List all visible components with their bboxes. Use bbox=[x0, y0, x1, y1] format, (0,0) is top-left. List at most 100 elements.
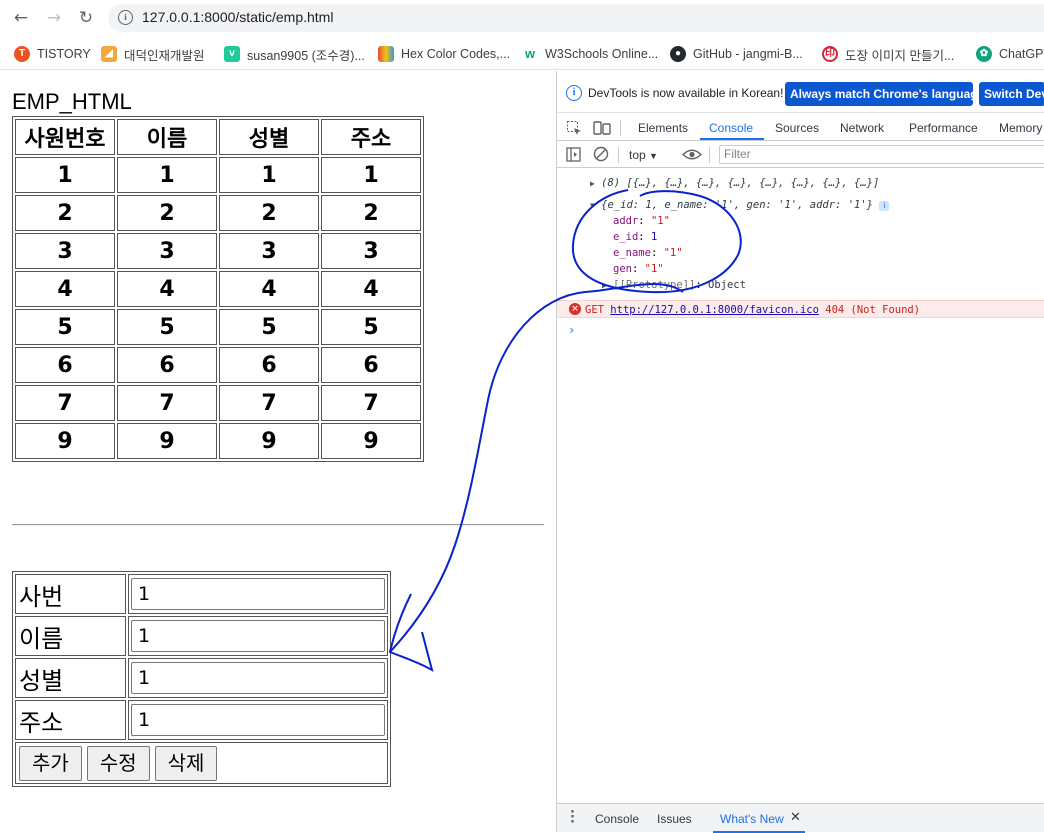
table-cell: 1 bbox=[117, 157, 217, 193]
table-cell: 5 bbox=[15, 309, 115, 345]
emp-id-label: 사번 bbox=[15, 574, 126, 614]
toolbar-separator bbox=[620, 120, 621, 136]
bookmark-chatgpt[interactable]: ✿ ChatGPT bbox=[976, 45, 1044, 63]
devtools-drawer: · · · Console Issues What's New ✕ bbox=[557, 803, 1044, 833]
header-address: 주소 bbox=[321, 119, 421, 155]
table-cell: 5 bbox=[219, 309, 319, 345]
bookmark-github[interactable]: ● GitHub - jangmi-B... bbox=[670, 45, 803, 63]
table-row[interactable]: 2 2 2 2 bbox=[15, 195, 421, 231]
sidebar-toggle-icon[interactable] bbox=[566, 147, 581, 162]
tab-network[interactable]: Network bbox=[840, 121, 884, 135]
update-button[interactable]: 수정 bbox=[86, 745, 150, 781]
bookmark-w3schools[interactable]: w W3Schools Online... bbox=[522, 45, 658, 63]
bookmark-velog[interactable]: v susan9905 (조수경)... bbox=[224, 45, 365, 63]
tab-sources[interactable]: Sources bbox=[775, 121, 819, 135]
table-cell: 7 bbox=[321, 385, 421, 421]
expand-arrow-icon[interactable]: ▶ bbox=[590, 179, 595, 188]
form-row-gender: 성별 bbox=[15, 658, 388, 698]
table-cell: 3 bbox=[117, 233, 217, 269]
table-cell: 7 bbox=[15, 385, 115, 421]
info-badge-icon[interactable]: i bbox=[879, 201, 890, 211]
info-icon: i bbox=[566, 85, 582, 101]
table-row[interactable]: 9 9 9 9 bbox=[15, 423, 421, 459]
site-info-icon[interactable]: i bbox=[118, 10, 133, 25]
prop-prototype[interactable]: ▶ [[Prototype]]: Object bbox=[602, 279, 746, 291]
console-prompt-icon[interactable]: › bbox=[568, 323, 575, 337]
infobar-message: DevTools is now available in Korean! bbox=[588, 86, 784, 100]
bookmarks-bar: T TISTORY ◢ 대덕인재개발원 v susan9905 (조수경)...… bbox=[0, 36, 1044, 70]
drawer-tab-console[interactable]: Console bbox=[595, 812, 639, 826]
table-cell: 2 bbox=[117, 195, 217, 231]
close-tab-icon[interactable]: ✕ bbox=[790, 810, 801, 825]
error-message: GET http://127.0.0.1:8000/favicon.ico 40… bbox=[585, 304, 920, 316]
prop-key: e_id bbox=[613, 231, 639, 243]
tab-performance[interactable]: Performance bbox=[909, 121, 978, 135]
address-input[interactable] bbox=[131, 704, 385, 736]
table-cell: 9 bbox=[117, 423, 217, 459]
address-bar[interactable]: i 127.0.0.1:8000/static/emp.html bbox=[108, 4, 1044, 32]
table-row[interactable]: 4 4 4 4 bbox=[15, 271, 421, 307]
name-cell bbox=[128, 616, 388, 656]
drawer-tab-issues[interactable]: Issues bbox=[657, 812, 692, 826]
table-row[interactable]: 6 6 6 6 bbox=[15, 347, 421, 383]
dropdown-arrow-icon: ▼ bbox=[649, 151, 658, 161]
collapse-arrow-icon[interactable]: ▼ bbox=[590, 201, 595, 210]
table-cell: 7 bbox=[117, 385, 217, 421]
table-cell: 7 bbox=[219, 385, 319, 421]
bookmark-ddit[interactable]: ◢ 대덕인재개발원 bbox=[101, 45, 205, 63]
clear-console-icon[interactable] bbox=[593, 146, 609, 162]
employee-table: 사원번호 이름 성별 주소 1 1 1 1 2 2 2 2 3 3 3 3 4 … bbox=[12, 116, 424, 462]
table-row[interactable]: 1 1 1 1 bbox=[15, 157, 421, 193]
tab-elements[interactable]: Elements bbox=[638, 121, 688, 135]
forward-arrow-icon[interactable]: → bbox=[43, 7, 65, 29]
array-preview: (8) [{…}, {…}, {…}, {…}, {…}, {…}, {…}, … bbox=[601, 177, 880, 189]
stamp-icon: 印 bbox=[822, 46, 838, 62]
github-icon: ● bbox=[670, 46, 686, 62]
table-row[interactable]: 3 3 3 3 bbox=[15, 233, 421, 269]
address-label: 주소 bbox=[15, 700, 126, 740]
inspect-element-icon[interactable] bbox=[566, 120, 582, 136]
prop-key: [[Prototype]] bbox=[613, 279, 696, 291]
web-page: EMP_HTML 사원번호 이름 성별 주소 1 1 1 1 2 2 2 2 3… bbox=[0, 71, 556, 832]
console-array-log[interactable]: ▶ (8) [{…}, {…}, {…}, {…}, {…}, {…}, {…}… bbox=[590, 177, 879, 189]
bookmark-tistory[interactable]: T TISTORY bbox=[14, 45, 91, 63]
bookmark-label: ChatGPT bbox=[999, 47, 1044, 61]
always-match-language-button[interactable]: Always match Chrome's language bbox=[785, 82, 973, 106]
bookmark-label: Hex Color Codes,... bbox=[401, 47, 511, 61]
prop-e-id: e_id: 1 bbox=[613, 231, 658, 243]
tab-memory[interactable]: Memory bbox=[999, 121, 1042, 135]
prop-value: Object bbox=[708, 279, 746, 291]
tab-console[interactable]: Console bbox=[709, 121, 753, 135]
error-url-link[interactable]: http://127.0.0.1:8000/favicon.ico bbox=[610, 304, 819, 316]
prop-key: e_name bbox=[613, 247, 651, 259]
drawer-tab-whats-new[interactable]: What's New bbox=[720, 812, 784, 826]
eye-icon[interactable] bbox=[682, 148, 702, 161]
emp-id-input[interactable] bbox=[131, 578, 385, 610]
expand-arrow-icon[interactable]: ▶ bbox=[602, 281, 607, 290]
header-emp-id: 사원번호 bbox=[15, 119, 115, 155]
prop-value: "1" bbox=[644, 263, 664, 275]
gender-input[interactable] bbox=[131, 662, 385, 694]
table-row[interactable]: 5 5 5 5 bbox=[15, 309, 421, 345]
table-cell: 4 bbox=[219, 271, 319, 307]
header-name: 이름 bbox=[117, 119, 217, 155]
table-row[interactable]: 7 7 7 7 bbox=[15, 385, 421, 421]
name-input[interactable] bbox=[131, 620, 385, 652]
employee-form: 사번 이름 성별 주소 추가수정삭제 bbox=[12, 571, 391, 787]
bookmark-stamp[interactable]: 印 도장 이미지 만들기... bbox=[822, 45, 954, 63]
table-cell: 3 bbox=[321, 233, 421, 269]
context-selector[interactable]: top ▼ bbox=[629, 148, 658, 162]
console-error-row[interactable]: × GET http://127.0.0.1:8000/favicon.ico … bbox=[557, 300, 1044, 318]
bookmark-hexcolor[interactable]: Hex Color Codes,... bbox=[378, 45, 510, 63]
drawer-menu-icon[interactable]: · · · bbox=[570, 806, 575, 829]
delete-button[interactable]: 삭제 bbox=[154, 745, 218, 781]
add-button[interactable]: 추가 bbox=[19, 745, 82, 781]
reload-icon[interactable]: ↻ bbox=[75, 7, 97, 29]
device-toolbar-icon[interactable] bbox=[593, 120, 611, 136]
switch-devtools-language-button[interactable]: Switch DevTools to Korean bbox=[979, 82, 1044, 106]
url-text: 127.0.0.1:8000/static/emp.html bbox=[142, 9, 334, 25]
console-filter-input[interactable]: Filter bbox=[719, 145, 1044, 164]
table-cell: 6 bbox=[117, 347, 217, 383]
console-object-log[interactable]: ▼ {e_id: 1, e_name: '1', gen: '1', addr:… bbox=[590, 199, 890, 211]
back-arrow-icon[interactable]: ← bbox=[10, 7, 32, 29]
